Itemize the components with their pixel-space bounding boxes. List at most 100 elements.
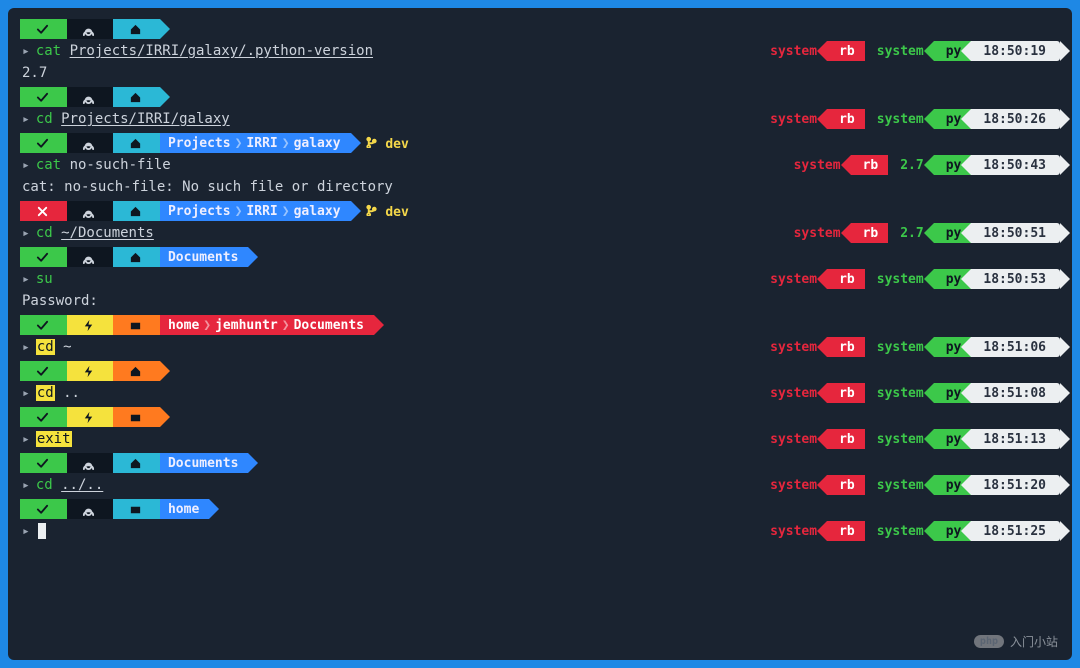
status-right: systemrb2.7py18:50:43 — [782, 155, 1060, 175]
breadcrumb-segment: Projects❯IRRI❯galaxy — [160, 133, 351, 153]
py-version: 2.7 — [900, 158, 923, 173]
root-bolt-segment — [67, 315, 114, 335]
status-row: Projects❯IRRI❯galaxy dev — [20, 200, 1060, 222]
status-right: systemrbsystempy18:51:08 — [758, 383, 1060, 403]
time-label: 18:50:26 — [983, 112, 1046, 127]
terminal-window[interactable]: ▸ cat Projects/IRRI/galaxy/.python-versio… — [8, 8, 1072, 660]
command-word: cd — [36, 385, 55, 401]
breadcrumb-part: galaxy — [294, 136, 341, 151]
command-block: Documents▸susystemrbsystempy18:50:53Pass… — [20, 246, 1060, 312]
status-row — [20, 18, 1060, 40]
folder-segment: Documents — [160, 453, 248, 473]
command-row: ▸cd ~/Documentssystemrb2.7py18:50:51 — [20, 222, 1060, 244]
py-label: py — [946, 340, 962, 355]
py-version: system — [877, 112, 924, 127]
disk-segment — [113, 499, 160, 519]
rb-label: rb — [839, 478, 855, 493]
rb-system-label: system — [770, 432, 817, 447]
status-ok-icon — [20, 247, 67, 267]
command-path: ~/Documents — [53, 225, 154, 241]
py-label: py — [946, 44, 962, 59]
rseg-time: 18:50:26 — [971, 109, 1060, 129]
py-label: py — [946, 272, 962, 287]
prompt-caret-icon: ▸ — [22, 386, 30, 401]
rb-system-label: system — [770, 44, 817, 59]
command-word: cd — [36, 339, 55, 355]
rb-label: rb — [863, 226, 879, 241]
folder-label: home — [168, 502, 199, 517]
command-word: su — [36, 271, 53, 287]
py-version: system — [877, 478, 924, 493]
status-fail-icon — [20, 201, 67, 221]
rseg-time: 18:50:53 — [971, 269, 1060, 289]
user-segment — [67, 201, 114, 221]
php-logo: php — [974, 635, 1004, 648]
time-label: 18:51:13 — [983, 432, 1046, 447]
home-segment — [113, 453, 160, 473]
prompt-caret-icon: ▸ — [22, 272, 30, 287]
time-label: 18:50:19 — [983, 44, 1046, 59]
py-label: py — [946, 226, 962, 241]
command-path: Projects/IRRI/galaxy/.python-version — [61, 43, 373, 59]
breadcrumb-part: Documents — [294, 318, 364, 333]
status-row — [20, 86, 1060, 108]
status-row: Documents — [20, 452, 1060, 474]
status-ok-icon — [20, 19, 67, 39]
py-version: 2.7 — [900, 226, 923, 241]
status-row — [20, 360, 1060, 382]
prompt-caret-icon: ▸ — [22, 112, 30, 127]
command-block: home ▸ systemrbsystempy18:51:25 — [20, 498, 1060, 542]
branch-name: dev — [385, 205, 408, 220]
output-line: Password: — [20, 290, 1060, 312]
time-label: 18:51:06 — [983, 340, 1046, 355]
py-version: system — [877, 432, 924, 447]
prompt-caret-icon: ▸ — [22, 432, 30, 447]
py-label: py — [946, 386, 962, 401]
prompt-caret-icon: ▸ — [22, 158, 30, 173]
user-segment — [67, 19, 114, 39]
home-segment — [113, 201, 160, 221]
time-label: 18:51:20 — [983, 478, 1046, 493]
command-arg: no-such-file — [61, 157, 171, 173]
status-right: systemrbsystempy18:51:25 — [758, 521, 1060, 541]
status-row: Documents — [20, 246, 1060, 268]
output-line: cat: no-such-file: No such file or direc… — [20, 176, 1060, 198]
git-branch: dev — [365, 135, 409, 152]
user-segment — [67, 499, 114, 519]
time-label: 18:50:43 — [983, 158, 1046, 173]
watermark-text: 入门小站 — [1010, 633, 1058, 650]
py-version: system — [877, 386, 924, 401]
rseg-rb: rb — [827, 269, 865, 289]
command-arg: ~ — [55, 339, 72, 355]
folder-label: Documents — [168, 250, 238, 265]
command-word: cd — [36, 477, 53, 493]
rseg-rb: rb — [827, 429, 865, 449]
rseg-time: 18:51:20 — [971, 475, 1060, 495]
rseg-time: 18:50:19 — [971, 41, 1060, 61]
breadcrumb-part: Projects — [168, 136, 231, 151]
breadcrumb-part: jemhuntr — [215, 318, 278, 333]
status-right: systemrb2.7py18:50:51 — [782, 223, 1060, 243]
home-segment — [113, 87, 160, 107]
command-path: ../.. — [53, 477, 104, 493]
command-row: ▸exitsystemrbsystempy18:51:13 — [20, 428, 1060, 450]
prompt-caret-icon: ▸ — [22, 524, 30, 539]
command-block: home❯jemhuntr❯Documents▸cd ~systemrbsyst… — [20, 314, 1060, 358]
rseg-time: 18:50:43 — [971, 155, 1060, 175]
rseg-rb: rb — [827, 521, 865, 541]
folder-label: Documents — [168, 456, 238, 471]
command-row: ▸cd ../..systemrbsystempy18:51:20 — [20, 474, 1060, 496]
command-row: ▸ cat no-such-file systemrb2.7py18:50:43 — [20, 154, 1060, 176]
command-word: cat — [36, 157, 61, 173]
command-row: ▸cd Projects/IRRI/galaxysystemrbsystempy… — [20, 108, 1060, 130]
command-block: ▸cat Projects/IRRI/galaxy/.python-versio… — [20, 18, 1060, 84]
rb-system-label: system — [770, 340, 817, 355]
rb-label: rb — [839, 386, 855, 401]
rseg-rb: rb — [827, 475, 865, 495]
status-row: home❯jemhuntr❯Documents — [20, 314, 1060, 336]
rb-system-label: system — [770, 112, 817, 127]
status-right: systemrbsystempy18:50:26 — [758, 109, 1060, 129]
rb-label: rb — [839, 112, 855, 127]
disk-segment — [113, 407, 160, 427]
rseg-time: 18:51:08 — [971, 383, 1060, 403]
